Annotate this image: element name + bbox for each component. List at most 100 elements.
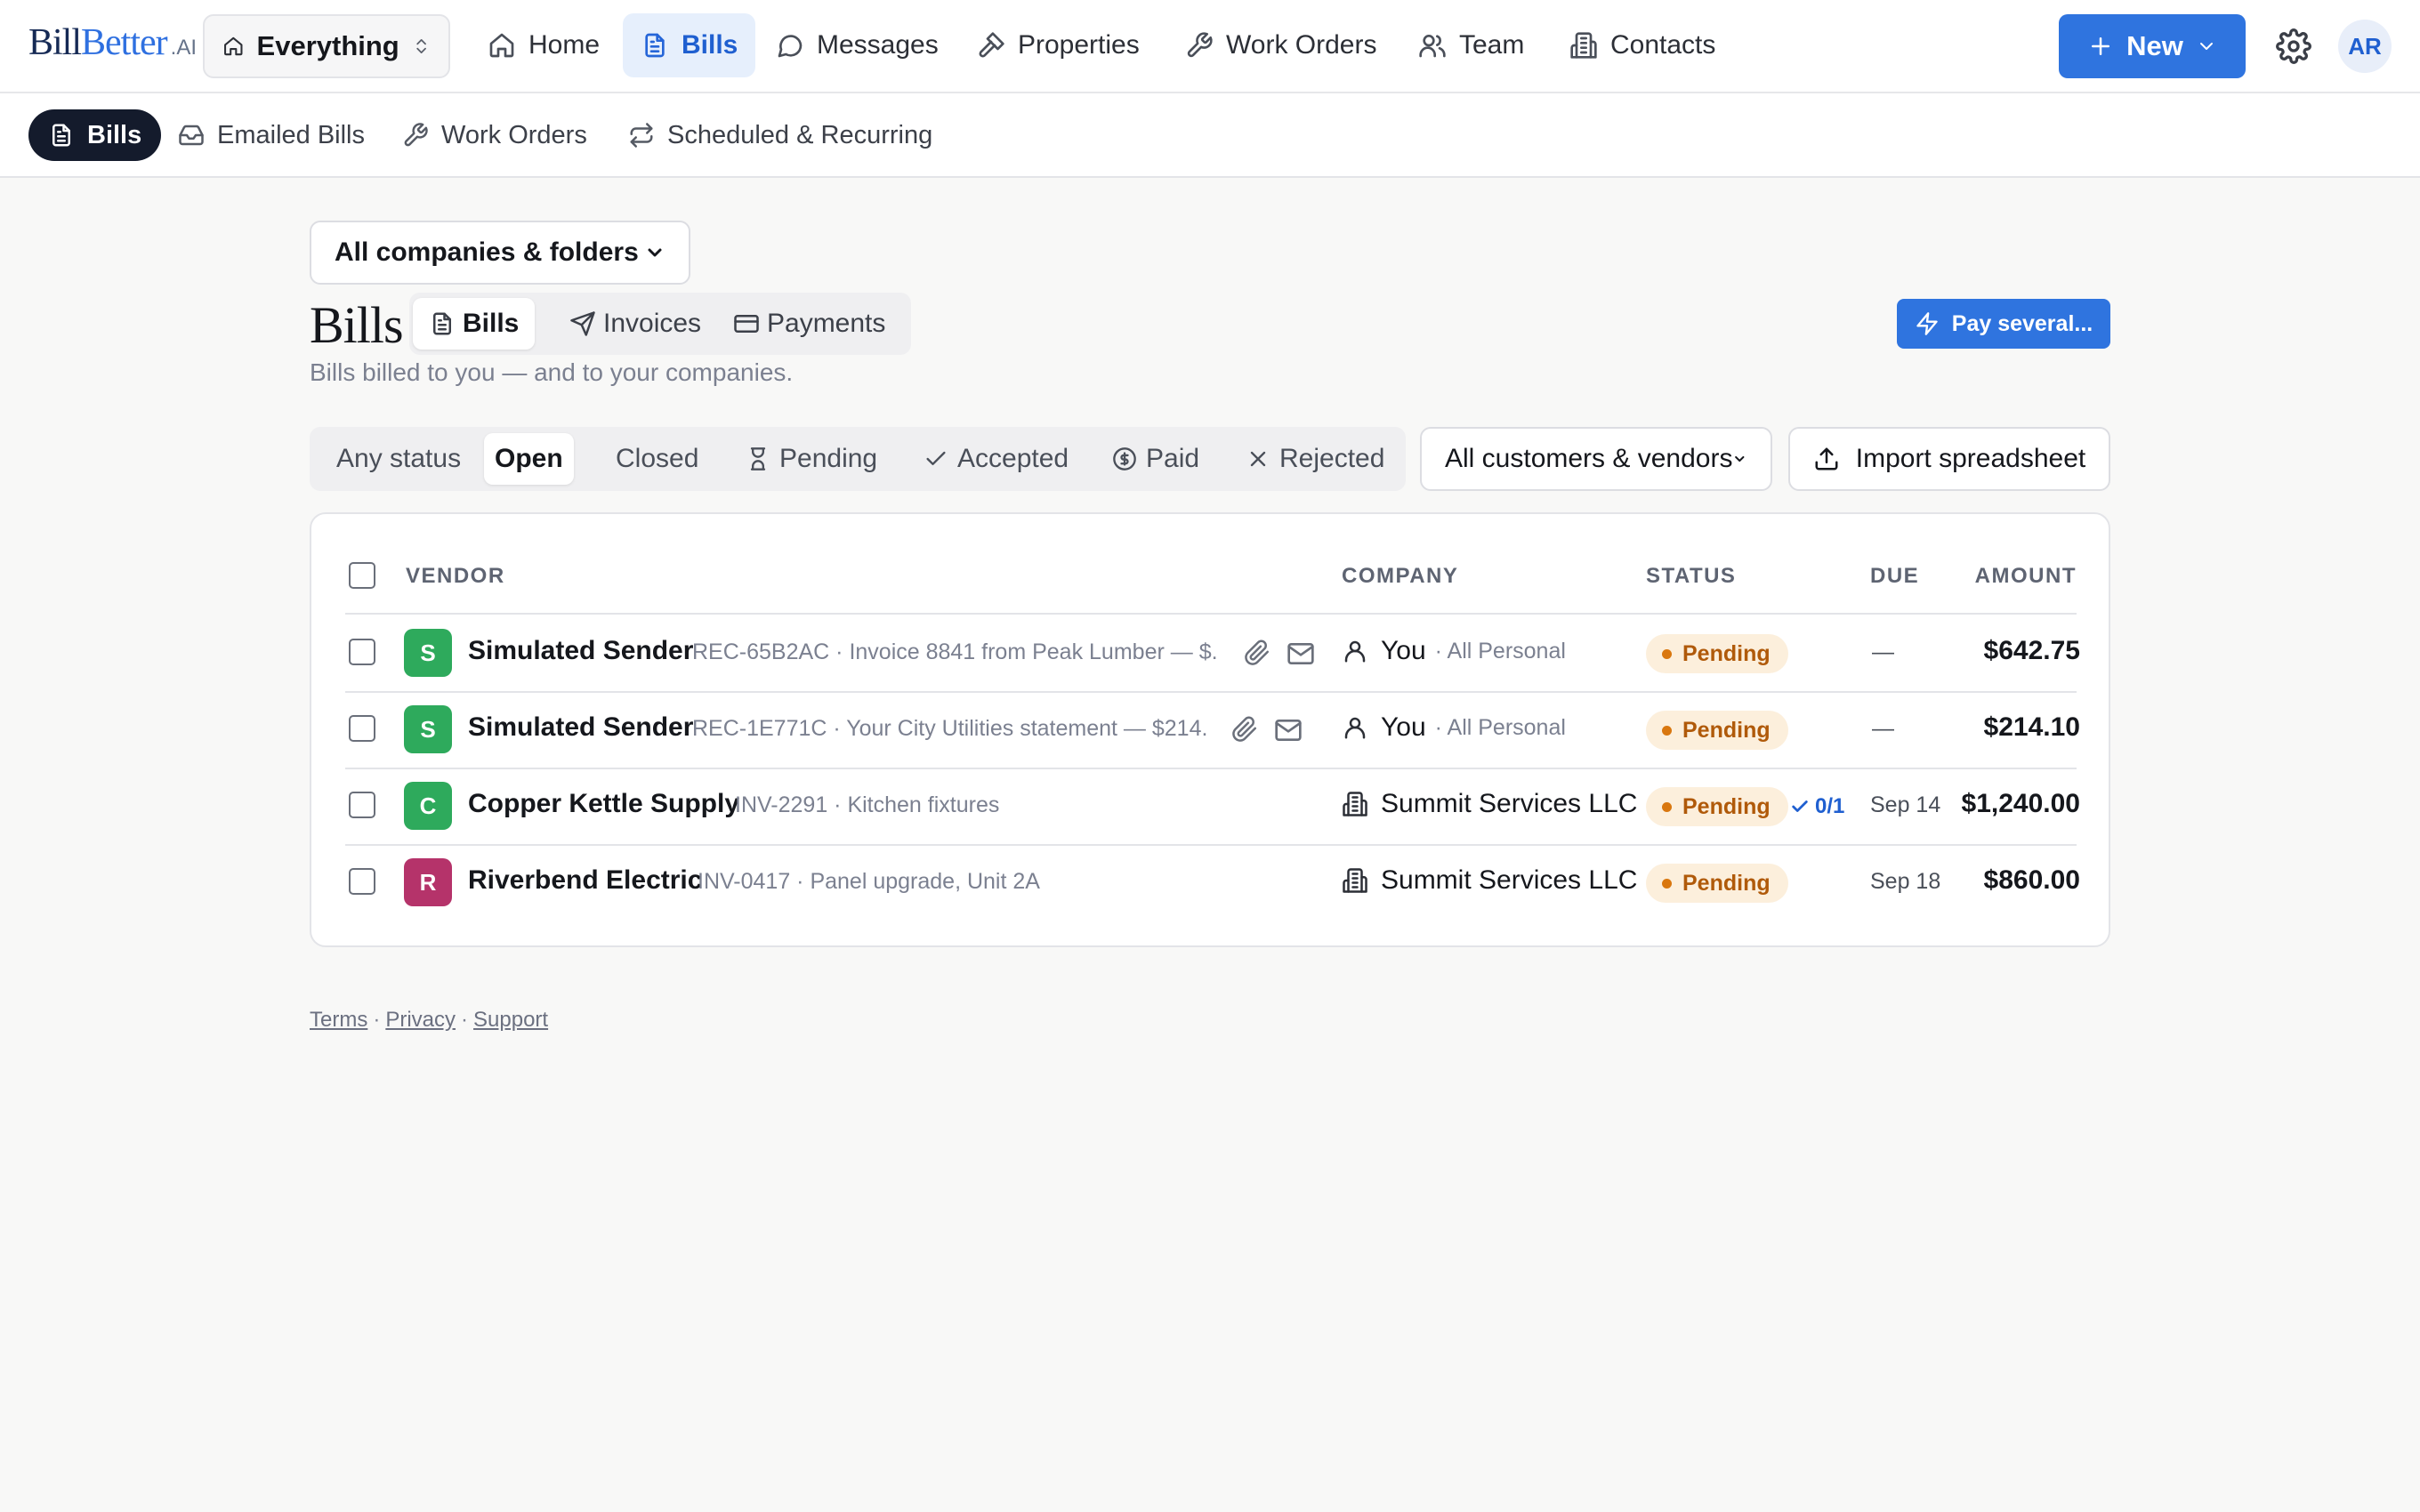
status-tab-label: Rejected: [1279, 444, 1385, 473]
approval-progress[interactable]: 0/1: [1790, 794, 1844, 819]
vendor-avatar: C: [404, 782, 452, 830]
status-tab-label: Closed: [616, 444, 699, 473]
bill-reference: INV-2291 · Kitchen fixtures: [735, 792, 1000, 817]
subnav-item-bills[interactable]: Bills: [28, 109, 162, 161]
subnav-item-emailed-bills[interactable]: Emailed Bills: [158, 109, 384, 161]
row-checkbox[interactable]: [349, 868, 375, 895]
subnav-item-work-orders[interactable]: Work Orders: [383, 109, 607, 161]
tab-invoices[interactable]: Invoices: [553, 298, 717, 350]
nav-item-properties[interactable]: Properties: [959, 13, 1158, 77]
vendor-name[interactable]: Copper Kettle Supply: [468, 789, 739, 819]
pay-several-button[interactable]: Pay several...: [1897, 299, 2110, 349]
gear-icon[interactable]: [2276, 28, 2311, 64]
subnav-item-scheduled-recurring[interactable]: Scheduled & Recurring: [609, 109, 952, 161]
company-folder-select[interactable]: All companies & folders: [310, 221, 690, 285]
dollar-circle-icon: [1112, 446, 1137, 471]
mail-icon[interactable]: [1287, 639, 1315, 668]
privacy-link[interactable]: Privacy: [385, 1008, 456, 1033]
tab-label: Bills: [463, 309, 520, 338]
nav-item-home[interactable]: Home: [470, 13, 617, 77]
status-badge-label: Pending: [1682, 793, 1771, 819]
mail-icon[interactable]: [1274, 716, 1303, 744]
column-header-company[interactable]: COMPANY: [1342, 564, 1458, 589]
tab-payments[interactable]: Payments: [717, 298, 901, 350]
vendor-name[interactable]: Simulated Sender: [468, 636, 693, 666]
row-checkbox[interactable]: [349, 715, 375, 742]
column-header-status[interactable]: STATUS: [1646, 564, 1736, 589]
paperclip-icon[interactable]: [1231, 716, 1258, 743]
nav-item-team[interactable]: Team: [1400, 13, 1542, 77]
company-cell: Summit Services LLC: [1342, 865, 1637, 896]
paperclip-icon[interactable]: [1244, 639, 1270, 666]
company-name: You: [1381, 712, 1426, 742]
new-button-label: New: [2126, 30, 2183, 61]
row-checkbox[interactable]: [349, 792, 375, 818]
file-text-icon: [641, 31, 669, 60]
company-cell: You · All Personal: [1342, 712, 1566, 743]
nav-item-messages[interactable]: Messages: [758, 13, 956, 77]
row-checkbox[interactable]: [349, 639, 375, 665]
table-row[interactable]: C Copper Kettle Supply INV-2291 · Kitche…: [311, 768, 2112, 844]
status-badge-label: Pending: [1682, 640, 1771, 666]
status-badge-label: Pending: [1682, 870, 1771, 896]
status-tab-accepted[interactable]: Accepted: [913, 433, 1079, 485]
status-tab-rejected[interactable]: Rejected: [1235, 433, 1395, 485]
select-all-checkbox[interactable]: [349, 562, 375, 589]
scope-switcher[interactable]: Everything: [203, 14, 450, 78]
terms-link[interactable]: Terms: [310, 1008, 367, 1033]
user-icon: [1342, 638, 1368, 664]
import-spreadsheet-button[interactable]: Import spreadsheet: [1788, 427, 2110, 491]
vendor-name[interactable]: Riverbend Electric: [468, 865, 702, 896]
nav-item-label: Bills: [682, 30, 738, 60]
import-spreadsheet-label: Import spreadsheet: [1855, 444, 2086, 473]
nav-item-label: Properties: [1018, 30, 1140, 60]
bill-reference: INV-0417 · Panel upgrade, Unit 2A: [698, 869, 1040, 894]
company-folder: · All Personal: [1434, 714, 1566, 740]
new-button[interactable]: New: [2059, 14, 2246, 78]
subnav-item-label: Bills: [87, 120, 142, 149]
status-tab-pending[interactable]: Pending: [735, 433, 888, 485]
nav-item-contacts[interactable]: Contacts: [1552, 13, 1733, 77]
customer-vendor-select[interactable]: All customers & vendors: [1420, 427, 1772, 491]
approval-count: 0/1: [1815, 794, 1845, 818]
top-navigation-bar: Bill Better .AI Everything Home Bills Mess…: [0, 0, 2420, 93]
support-link[interactable]: Support: [473, 1008, 548, 1033]
status-tab-paid[interactable]: Paid: [1101, 433, 1210, 485]
user-avatar[interactable]: AR: [2338, 20, 2392, 73]
status-dot: [1662, 725, 1672, 736]
nav-item-label: Home: [528, 30, 601, 60]
column-header-due[interactable]: DUE: [1870, 564, 1919, 589]
scope-switcher-label: Everything: [256, 30, 399, 61]
table-row[interactable]: S Simulated Sender REC-1E771C · Your Cit…: [311, 691, 2112, 768]
file-text-icon: [429, 310, 456, 337]
column-header-vendor[interactable]: VENDOR: [406, 564, 505, 589]
nav-item-label: Contacts: [1610, 30, 1716, 60]
vendor-avatar: S: [404, 629, 452, 677]
vendor-name[interactable]: Simulated Sender: [468, 712, 693, 743]
tab-bills[interactable]: Bills: [413, 298, 536, 350]
subnav-item-label: Scheduled & Recurring: [667, 120, 933, 149]
customer-vendor-select-value: All customers & vendors: [1445, 444, 1733, 473]
repeat-icon: [628, 122, 655, 149]
status-tab-label: Pending: [779, 444, 878, 473]
amount: $642.75: [1983, 636, 2080, 665]
due-date: Sep 14: [1870, 792, 1941, 817]
table-row[interactable]: R Riverbend Electric INV-0417 · Panel up…: [311, 844, 2112, 921]
nav-item-work-orders[interactable]: Work Orders: [1167, 13, 1394, 77]
home-icon: [488, 31, 516, 60]
status-tab-any[interactable]: Any status: [326, 433, 472, 485]
company-folder-select-value: All companies & folders: [335, 237, 639, 267]
bill-reference: REC-65B2AC · Invoice 8841 from Peak Lumb…: [692, 639, 1217, 664]
status-tab-open[interactable]: Open: [484, 433, 574, 485]
pay-several-label: Pay several...: [1951, 310, 2093, 336]
home-icon: [222, 33, 245, 60]
brand-logo[interactable]: Bill Better .AI: [28, 21, 197, 71]
footer-separator: ·: [373, 1008, 381, 1032]
page-title: Bills: [310, 296, 404, 354]
subnav-item-label: Emailed Bills: [217, 120, 365, 149]
bill-reference: REC-1E771C · Your City Utilities stateme…: [692, 716, 1208, 741]
nav-item-bills[interactable]: Bills: [623, 13, 756, 77]
status-tab-closed[interactable]: Closed: [605, 433, 709, 485]
column-header-amount[interactable]: AMOUNT: [1975, 564, 2077, 589]
table-row[interactable]: S Simulated Sender REC-65B2AC · Invoice …: [311, 615, 2112, 691]
